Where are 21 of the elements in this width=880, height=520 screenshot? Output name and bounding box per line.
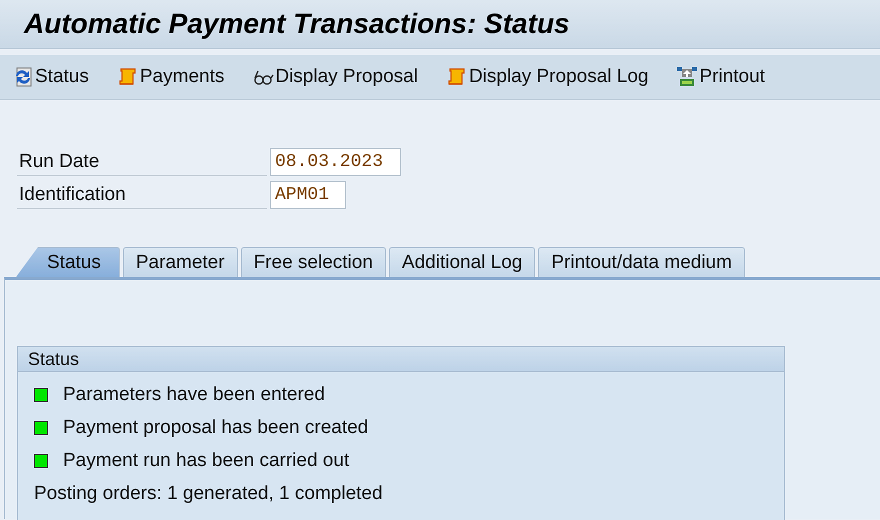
summary-text: Posting orders: 1 generated, 1 completed bbox=[34, 482, 384, 506]
toolbar-button[interactable]: Payments bbox=[116, 66, 224, 88]
field-label: Identification bbox=[17, 184, 267, 209]
tab[interactable]: Printout/data medium bbox=[538, 247, 745, 277]
tab[interactable]: Additional Log bbox=[388, 247, 536, 277]
printer-icon bbox=[676, 66, 698, 88]
status-text: Payment proposal has been created bbox=[63, 416, 368, 438]
tab[interactable]: Parameter bbox=[122, 247, 238, 277]
toolbar-button[interactable]: Printout bbox=[676, 66, 765, 88]
status-text: Payment run has been carried out bbox=[63, 450, 350, 472]
window-title: Automatic Payment Transactions: Status bbox=[24, 8, 570, 40]
input-field[interactable]: APM01 bbox=[270, 181, 346, 209]
toolbar-button[interactable]: Display Proposal bbox=[252, 66, 418, 88]
status-text: Parameters have been entered bbox=[63, 384, 325, 406]
field-label: Run Date bbox=[17, 151, 267, 176]
tab[interactable]: Free selection bbox=[240, 247, 386, 277]
tab[interactable]: Status bbox=[16, 247, 120, 277]
toolbar-button[interactable]: Status bbox=[12, 66, 89, 88]
input-field[interactable]: 08.03.2023 bbox=[270, 148, 401, 176]
toolbar-button[interactable]: Display Proposal Log bbox=[446, 66, 648, 88]
group-title: Status bbox=[28, 348, 80, 370]
